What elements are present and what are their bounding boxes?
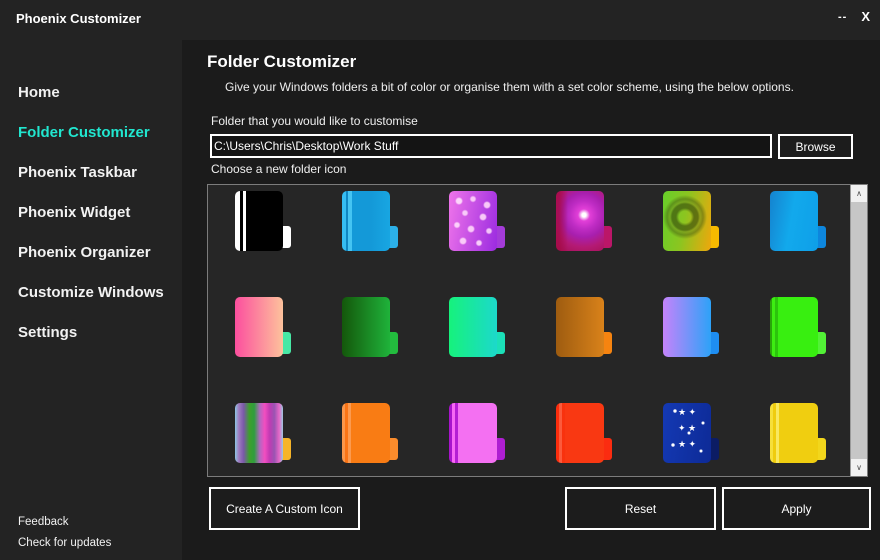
folder-body (770, 297, 818, 357)
sidebar-link-feedback[interactable]: Feedback (18, 512, 111, 533)
sidebar-item-settings[interactable]: Settings (18, 320, 176, 346)
folder-body (663, 403, 711, 463)
folder-icon-grid: ★ ✦ ✦ ★ ★ ✦ (208, 185, 850, 476)
folder-body (556, 297, 604, 357)
page-title: Folder Customizer (207, 52, 356, 72)
folder-icon-rainbow-stripes[interactable] (235, 403, 291, 463)
page-description: Give your Windows folders a bit of color… (225, 80, 794, 94)
folder-icon-orchid-stripes[interactable] (449, 403, 505, 463)
app-window: Phoenix Customizer -- X HomeFolder Custo… (0, 0, 880, 560)
folder-body (556, 191, 604, 251)
sidebar-link-check-for-updates[interactable]: Check for updates (18, 533, 111, 554)
sidebar-item-phoenix-widget[interactable]: Phoenix Widget (18, 200, 176, 226)
sidebar-item-phoenix-organizer[interactable]: Phoenix Organizer (18, 240, 176, 266)
minimize-button[interactable]: -- (838, 11, 847, 23)
scrollbar-thumb[interactable] (851, 202, 867, 459)
scroll-down-arrow-icon[interactable]: ∨ (851, 459, 867, 476)
folder-icon-gold-stripes[interactable] (770, 403, 826, 463)
folder-body (663, 297, 711, 357)
sidebar-item-customize-windows[interactable]: Customize Windows (18, 280, 176, 306)
folder-body (449, 297, 497, 357)
folder-icon-purple-dots[interactable] (449, 191, 505, 251)
folder-body (663, 191, 711, 251)
folder-icon-bronze-orange[interactable] (556, 297, 612, 357)
reset-button[interactable]: Reset (565, 487, 716, 530)
folder-body (235, 191, 283, 251)
folder-icon-azure[interactable] (770, 191, 826, 251)
folder-icon-green-stripes[interactable] (770, 297, 826, 357)
folder-body (342, 403, 390, 463)
create-custom-icon-button[interactable]: Create A Custom Icon (209, 487, 360, 530)
folder-icon-black-white-stripes[interactable] (235, 191, 291, 251)
folder-body (235, 297, 283, 357)
folder-body (556, 403, 604, 463)
folder-body (342, 191, 390, 251)
window-title: Phoenix Customizer (16, 11, 141, 26)
folder-icon-blue-stripes[interactable] (342, 191, 398, 251)
folder-icon-green-gradient[interactable] (342, 297, 398, 357)
folder-path-input[interactable] (210, 134, 772, 158)
folder-body (342, 297, 390, 357)
folder-body (449, 191, 497, 251)
icon-picker-label: Choose a new folder icon (211, 162, 346, 176)
scroll-up-arrow-icon[interactable]: ∧ (851, 185, 867, 202)
main-panel: Folder Customizer Give your Windows fold… (182, 40, 880, 560)
sidebar-item-phoenix-taskbar[interactable]: Phoenix Taskbar (18, 160, 176, 186)
scrollbar[interactable]: ∧ ∨ (850, 185, 867, 476)
scrollbar-track[interactable] (851, 202, 867, 459)
folder-body (770, 191, 818, 251)
folder-icon-red-stripes[interactable] (556, 403, 612, 463)
titlebar: Phoenix Customizer -- X (0, 0, 880, 40)
sidebar-item-home[interactable]: Home (18, 80, 176, 106)
sidebar-footer: FeedbackCheck for updates (18, 512, 111, 554)
apply-button[interactable]: Apply (722, 487, 871, 530)
titlebar-controls: -- X (838, 9, 870, 24)
folder-body (449, 403, 497, 463)
folder-icon-green-gold-ring[interactable] (663, 191, 719, 251)
folder-path-label: Folder that you would like to customise (211, 114, 418, 128)
browse-button[interactable]: Browse (778, 134, 853, 159)
folder-body (235, 403, 283, 463)
folder-icon-starry-night[interactable]: ★ ✦ ✦ ★ ★ ✦ (663, 403, 719, 463)
folder-icon-violet-azure[interactable] (663, 297, 719, 357)
folder-body (770, 403, 818, 463)
sidebar-nav: Home Folder Customizer Phoenix Taskbar Phoe… (18, 80, 176, 360)
sidebar: Home Folder Customizer Phoenix Taskbar Phoe… (0, 40, 182, 560)
folder-icon-orange-stripes[interactable] (342, 403, 398, 463)
folder-icon-pink-peach[interactable] (235, 297, 291, 357)
folder-icon-panel: ★ ✦ ✦ ★ ★ ✦ ∧ ∨ (207, 184, 868, 477)
close-button[interactable]: X (861, 9, 870, 24)
sidebar-item-folder-customizer[interactable]: Folder Customizer (18, 120, 176, 146)
folder-icon-spring-cyan[interactable] (449, 297, 505, 357)
folder-icon-magenta-swirl[interactable] (556, 191, 612, 251)
